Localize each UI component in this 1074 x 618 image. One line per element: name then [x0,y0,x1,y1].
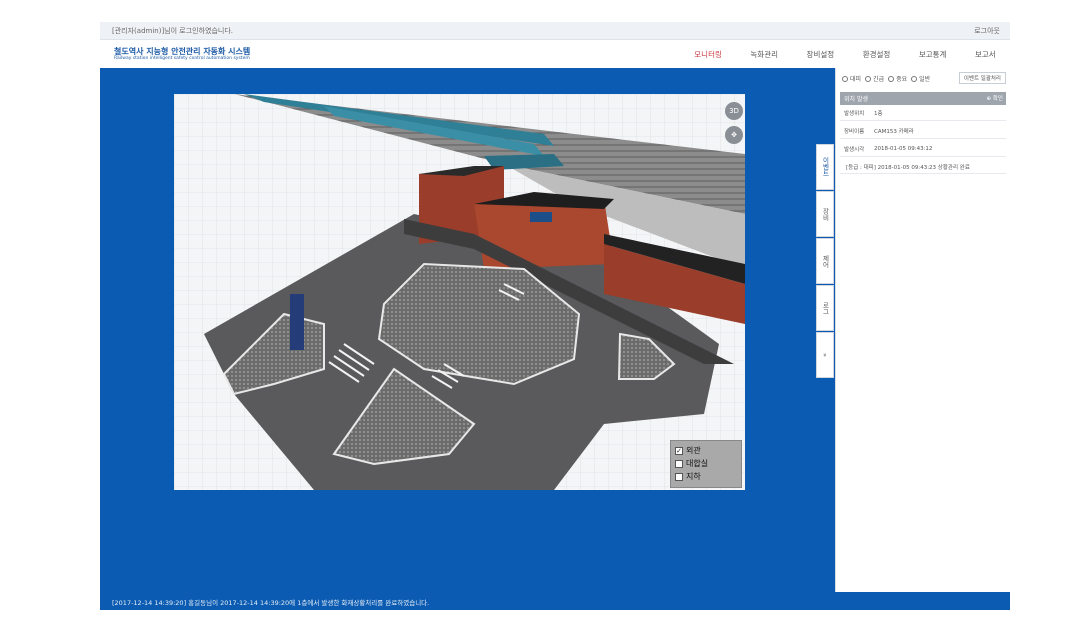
radio-label: 대피 [850,76,862,83]
tab-device[interactable]: 장비 [816,191,834,237]
compass-button[interactable]: ✥ [725,126,743,144]
event-header-title: 위치 발생 [844,96,868,103]
radio-important[interactable]: 중요 [888,74,907,83]
event-field-value: 2018-01-05 09:43:12 [874,146,933,152]
event-field-label: 발생시각 [844,147,865,153]
layer-label: 대합실 [686,459,709,468]
layer-exterior[interactable]: ✓ 외관 [675,444,737,457]
side-tabs: 이벤트 장비 제어 로그 » [816,144,834,379]
event-confirm-link[interactable]: ⊕ 확인 [987,94,1003,102]
layer-selector: ✓ 외관 대합실 지하 [670,440,742,488]
nav-monitoring[interactable]: 모니터링 [688,45,728,72]
radio-label: 중요 [896,76,908,83]
login-message: [관리자(admin)]님이 로그인하였습니다. [112,27,234,35]
layer-label: 지하 [686,472,701,481]
radio-normal[interactable]: 일반 [911,74,930,83]
3d-viewport[interactable]: 3D ✥ ✓ 외관 대합실 지하 [174,94,745,490]
radio-emergency[interactable]: 긴급 [865,74,884,83]
tab-expand[interactable]: » [816,332,834,378]
layer-concourse[interactable]: 대합실 [675,457,737,470]
status-message: [2017-12-14 14:39:20] 홍길동님이 2017-12-14 1… [112,599,430,607]
event-header: 위치 발생 ⊕ 확인 [840,92,1006,105]
radio-label: 일반 [919,76,931,83]
event-status-note: [등급 : 대피] 2018-01-05 09:43:23 상황관리 완료 [840,160,1006,174]
nav-recording[interactable]: 녹화관리 [748,45,780,64]
kiosk-pillar [290,294,304,350]
event-row-time: 발생시각 2018-01-05 09:43:12 [840,142,1006,157]
app-frame: [관리자(admin)]님이 로그인하였습니다. 로그아웃 철도역사 지능형 안… [100,22,1010,610]
event-field-value: 1층 [874,111,883,117]
status-bar: [2017-12-14 14:39:20] 홍길동님이 2017-12-14 1… [100,592,1010,610]
radio-icon [865,75,872,82]
radio-icon [911,75,918,82]
event-row-device: 장비이름 CAM153 카메라 [840,124,1006,139]
top-bar: [관리자(admin)]님이 로그인하였습니다. 로그아웃 [100,22,1010,40]
event-field-label: 장비이름 [844,129,865,135]
station-sign [530,212,552,222]
event-batch-button[interactable]: 이벤트 일괄처리 [958,72,1006,84]
layer-label: 외관 [686,446,701,455]
checkbox-icon[interactable] [675,459,683,468]
main-area: 3D ✥ ✓ 외관 대합실 지하 이벤트 장비 제어 로그 » [100,68,835,592]
nav-env-settings[interactable]: 환경설정 [861,45,893,64]
main-nav: 모니터링 녹화관리 장비설정 환경설정 보고통계 보고서 [680,40,1010,72]
radio-icon [888,75,895,82]
event-field-value: CAM153 카메라 [874,129,914,135]
logout-link[interactable]: 로그아웃 [974,26,1000,36]
system-subtitle: Railway station intelligent safety contr… [114,56,250,61]
tab-log[interactable]: 로그 [816,285,834,331]
nav-report[interactable]: 보고서 [973,45,998,64]
event-panel: 대피 긴급 중요 일반 이벤트 일괄처리 위치 발생 ⊕ 확인 발생위치 1층 … [835,68,1010,592]
view-3d-button[interactable]: 3D [725,102,743,120]
nav-device-settings[interactable]: 장비설정 [805,45,837,64]
layer-underground[interactable]: 지하 [675,470,737,483]
nav-statistics[interactable]: 보고통계 [917,45,949,64]
checkbox-checked-icon[interactable]: ✓ [675,446,683,455]
severity-filter: 대피 긴급 중요 일반 [842,74,930,83]
event-row-location: 발생위치 1층 [840,106,1006,121]
compass-icon: ✥ [731,131,737,139]
radio-evacuation[interactable]: 대피 [842,74,861,83]
radio-icon [842,75,848,82]
station-3d-scene [174,94,745,490]
tab-event[interactable]: 이벤트 [816,144,834,190]
radio-label: 긴급 [873,76,885,83]
event-field-label: 발생위치 [844,111,865,117]
checkbox-icon[interactable] [675,472,683,481]
header: 철도역사 지능형 안전관리 자동화 시스템 Railway station in… [100,40,1010,72]
tab-control[interactable]: 제어 [816,238,834,284]
